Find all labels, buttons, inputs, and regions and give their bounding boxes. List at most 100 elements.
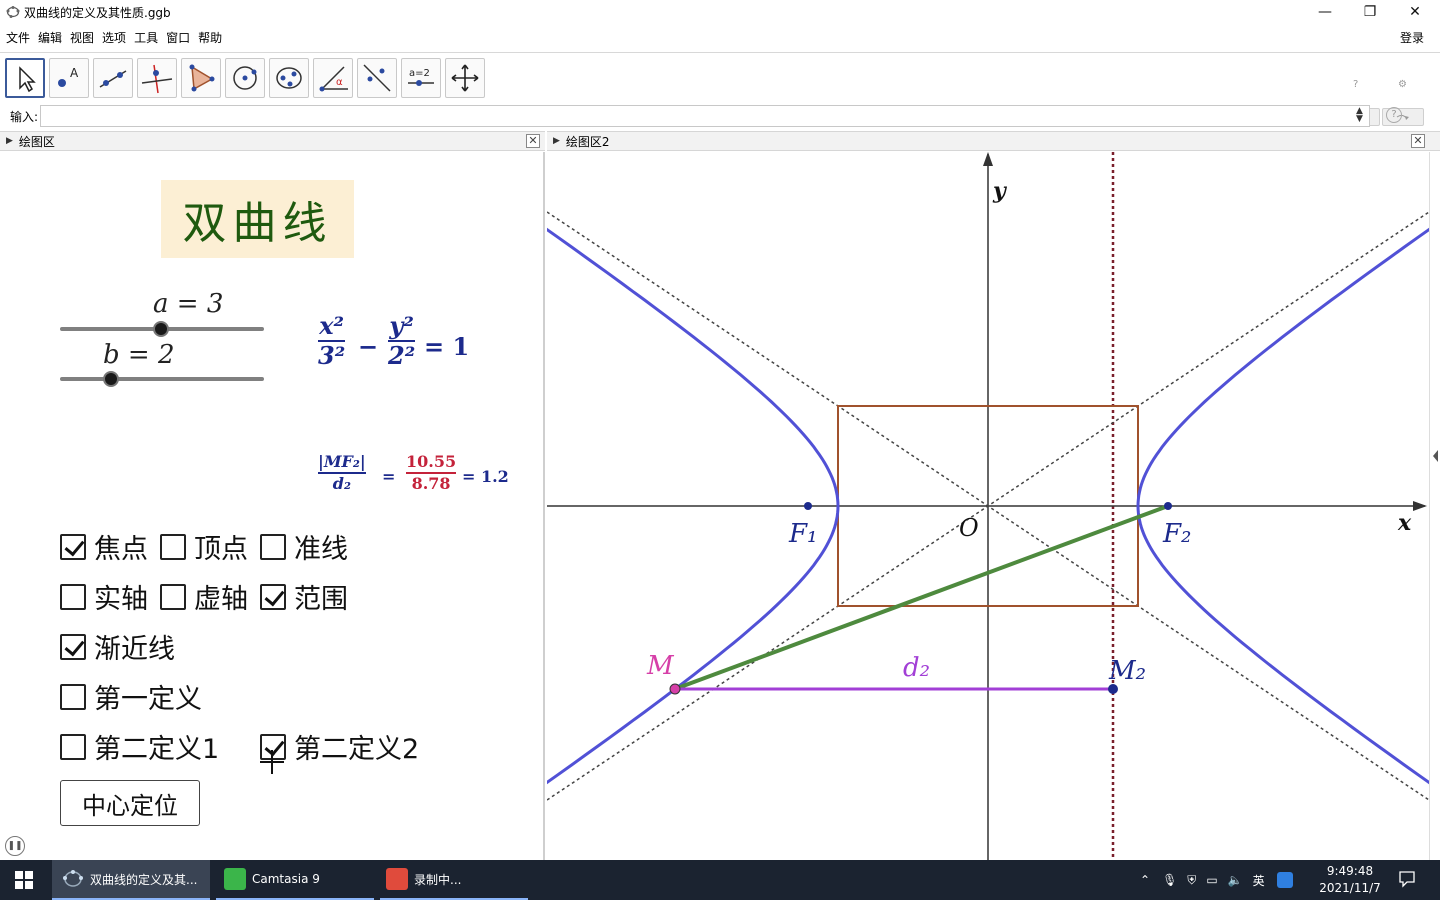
menu-tools[interactable]: 工具 [134,29,158,46]
reflect-tool-button[interactable] [357,58,397,98]
input-field[interactable] [40,105,1370,127]
ellipse-icon [276,67,302,89]
point-M[interactable] [669,683,681,695]
hyperbola-equation: x² 3² − y² 2² = 1 [318,314,518,384]
circle-tool-button[interactable] [225,58,265,98]
ratio-fraction: |MF₂| d₂ [318,454,366,492]
checkbox-box[interactable] [60,733,86,760]
checkbox-box[interactable] [60,633,86,660]
minimize-button[interactable]: — [1302,0,1348,24]
checkbox-label: 范围 [294,584,348,615]
checkbox-directrix[interactable]: 准线 [260,527,348,566]
checkbox-real-axis[interactable]: 实轴 [60,577,148,616]
checkbox-box[interactable] [260,583,286,610]
y-axis-arrow-icon [983,152,993,166]
login-link[interactable]: 登录 [1400,29,1424,46]
move-tool-button[interactable] [5,58,45,98]
clock[interactable]: 9:49:48 2021/11/7 [1318,863,1382,897]
notification-icon [1399,871,1415,888]
hyperbola-graph[interactable]: y x O F₁ F₂ M M₂ d₂ [547,152,1429,860]
settings-gear-icon[interactable]: ⚙ [1398,79,1407,90]
taskbar-item-geogebra[interactable]: 双曲线的定义及其... [52,860,210,900]
checkbox-label: 准线 [294,534,348,565]
checkbox-imaginary-axis[interactable]: 虚轴 [160,577,248,616]
svg-text:α: α [336,77,343,88]
move-view-tool-button[interactable] [445,58,485,98]
ratio-numerator: |MF₂| [318,452,366,471]
focus-F1[interactable] [804,502,812,510]
right-panel-header: ▶ 绘图区2 ✕ [547,131,1440,151]
checkbox-box[interactable] [60,683,86,710]
value-denominator: 8.78 [411,474,451,493]
input-help-icon[interactable]: ? [1386,107,1402,123]
menu-view[interactable]: 视图 [70,29,94,46]
window-title: 双曲线的定义及其性质.ggb [24,5,171,20]
checkbox-vertex[interactable]: 顶点 [160,527,248,566]
help-small-icon[interactable]: ? [1353,79,1358,90]
ratio-denominator: d₂ [332,474,351,493]
slider-b-track[interactable] [60,377,264,381]
checkbox-focus[interactable]: 焦点 [60,527,148,566]
perpendicular-tool-button[interactable] [137,58,177,98]
left-panel-close-button[interactable]: ✕ [526,134,540,148]
checkbox-second-definition-1[interactable]: 第二定义1 [60,727,219,766]
title-bar: 双曲线的定义及其性质.ggb — ❐ ✕ [0,0,1440,24]
slider-a-knob[interactable] [153,321,169,337]
checkbox-box[interactable] [60,533,86,560]
line-tool-button[interactable] [93,58,133,98]
focus-F2[interactable] [1164,502,1172,510]
taskbar-item-label: Camtasia 9 [252,872,320,886]
checkbox-box[interactable] [260,533,286,560]
qq-app-icon[interactable] [1276,872,1293,888]
network-icon[interactable]: ▭ [1206,873,1217,887]
F2-label: F₂ [1162,519,1191,549]
polygon-tool-button[interactable] [181,58,221,98]
pause-animation-icon[interactable]: ❚❚ [5,836,25,856]
line-icon [99,70,127,88]
restore-button[interactable]: ❐ [1347,0,1393,24]
angle-tool-button[interactable]: α [313,58,353,98]
checkbox-label: 第一定义 [94,684,202,715]
d2-label: d₂ [903,653,930,683]
checkbox-asymptote[interactable]: 渐近线 [60,627,175,666]
tray-expand-icon[interactable]: ⌃ [1140,873,1150,887]
menu-help[interactable]: 帮助 [198,29,222,46]
menu-window[interactable]: 窗口 [166,29,190,46]
checkbox-box[interactable] [160,583,186,610]
volume-icon[interactable]: 🔈 [1228,873,1243,887]
notification-center-icon[interactable] [1398,870,1416,888]
ime-indicator[interactable]: 英 [1253,872,1265,889]
menu-edit[interactable]: 编辑 [38,29,62,46]
geogebra-app-icon [6,6,20,18]
menu-options[interactable]: 选项 [102,29,126,46]
security-shield-icon[interactable]: ⛨ [1187,873,1196,888]
conic-tool-button[interactable] [269,58,309,98]
taskbar-item-recording[interactable]: 录制中... [380,860,528,900]
M2-label: M₂ [1108,656,1146,686]
collapse-triangle-icon[interactable]: ▶ [553,136,560,146]
input-history-arrows-icon[interactable]: ▲ ▼ [1356,107,1363,124]
menu-file[interactable]: 文件 [6,29,30,46]
x-denominator: 3² [318,341,346,370]
checkbox-label: 第二定义2 [294,734,420,765]
taskbar-item-camtasia[interactable]: Camtasia 9 [216,860,374,900]
close-window-button[interactable]: ✕ [1392,0,1438,24]
checkbox-box[interactable] [60,583,86,610]
checkbox-box[interactable] [160,533,186,560]
input-bar: 输入: ▲ ▼ ? [0,103,1440,129]
right-collapse-strip[interactable] [1429,152,1440,860]
slider-b-knob[interactable] [103,371,119,387]
microphone-icon[interactable]: 🎙 [1162,873,1177,887]
center-view-button[interactable]: 中心定位 [60,780,200,826]
geogebra-icon [63,870,83,887]
ratio-result: = 1.2 [462,467,509,486]
left-panel-header: ▶ 绘图区 ✕ [0,131,545,151]
right-panel-close-button[interactable]: ✕ [1411,134,1425,148]
collapse-triangle-icon[interactable]: ▶ [6,136,13,146]
checkbox-range[interactable]: 范围 [260,577,348,616]
point-tool-button[interactable]: A [49,58,89,98]
graphics-view-2[interactable]: y x O F₁ F₂ M M₂ d₂ [547,152,1429,860]
start-button[interactable] [0,860,48,900]
checkbox-first-definition[interactable]: 第一定义 [60,677,202,716]
slider-tool-button[interactable]: a=2 [401,58,441,98]
